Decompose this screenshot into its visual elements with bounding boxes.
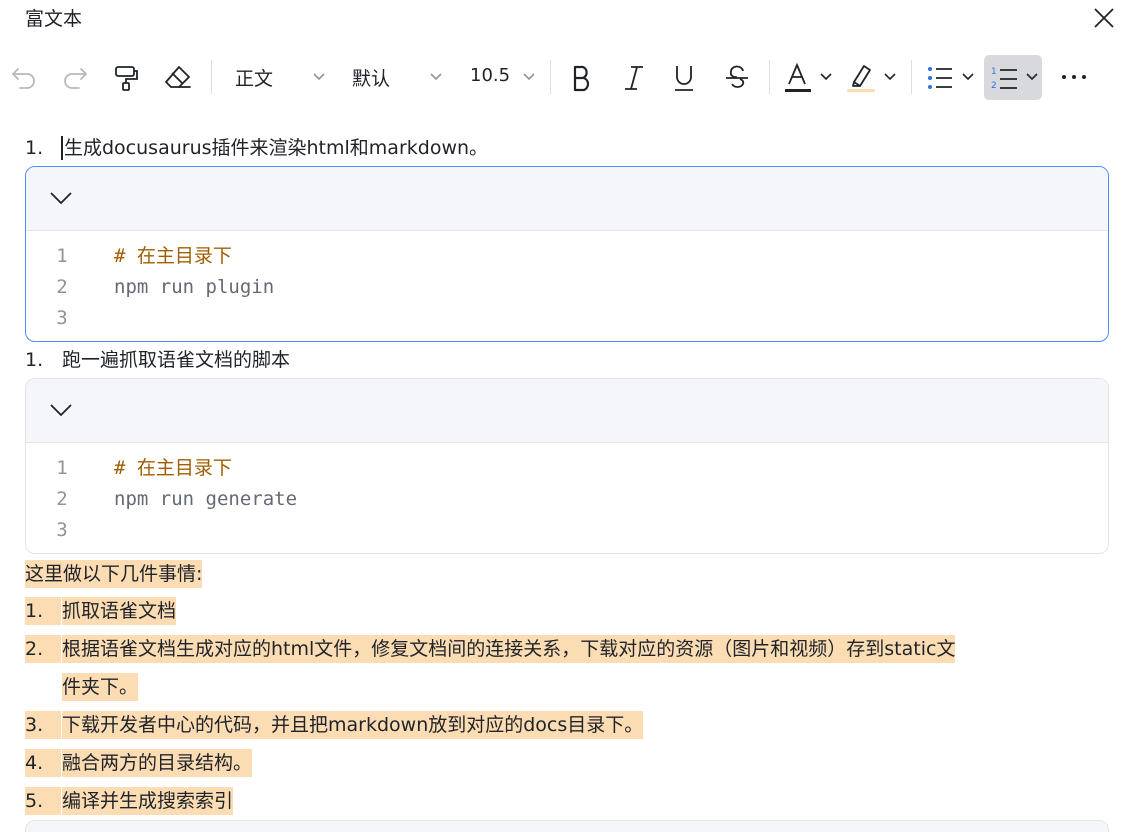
highlighter-icon (847, 65, 875, 92)
list-item-text[interactable]: 下载开发者中心的代码，并且把markdown放到对应的docs目录下。 (62, 711, 644, 739)
bold-icon[interactable] (570, 64, 594, 92)
line-number: 2 (56, 488, 68, 510)
font-color-icon (785, 62, 811, 92)
close-icon[interactable] (1092, 6, 1116, 30)
redo-icon[interactable] (61, 64, 89, 90)
code-block[interactable]: 1 # 在主目录下 2 npm run generate 3 (25, 378, 1109, 554)
chevron-down-icon (430, 73, 442, 81)
paragraph-style-value: 正文 (235, 68, 274, 90)
svg-text:2: 2 (991, 81, 997, 91)
italic-icon[interactable] (622, 64, 646, 92)
list-number: 5. (25, 787, 62, 815)
strikethrough-icon[interactable] (724, 64, 750, 92)
font-family-dropdown[interactable]: 默认 (350, 48, 450, 106)
list-item-text[interactable]: 编译并生成搜索索引 (62, 787, 234, 815)
code-block[interactable]: 1 # 在主目录下 2 npm run plugin 3 (25, 166, 1109, 342)
title-bar: 富文本 (0, 0, 1130, 48)
toolbar-divider (211, 60, 212, 94)
svg-text:1: 1 (991, 67, 997, 77)
list-item-text-continued[interactable]: 件夹下。 (62, 673, 139, 701)
toolbar-divider (911, 60, 912, 94)
line-number: 3 (56, 519, 68, 541)
line-number: 2 (56, 276, 68, 298)
code-block[interactable] (25, 820, 1109, 832)
chevron-down-icon[interactable] (50, 403, 72, 417)
bullet-list-button[interactable] (926, 60, 978, 98)
chevron-down-icon (962, 73, 974, 81)
code-line[interactable]: npm run plugin (114, 272, 274, 302)
list-number: 1. (25, 349, 44, 371)
list-number: 1. (25, 597, 62, 625)
line-number: 1 (56, 457, 68, 479)
list-number: 1. (25, 137, 44, 159)
chevron-down-icon (523, 73, 535, 81)
font-size-value: 10.5 (470, 65, 511, 86)
code-block-header (26, 379, 1108, 443)
eraser-icon[interactable] (163, 63, 193, 91)
toolbar-divider (550, 60, 551, 94)
chevron-down-icon (820, 73, 832, 81)
highlight-color-button[interactable] (846, 60, 900, 98)
list-number: 4. (25, 749, 62, 777)
list-number: 2. (25, 635, 62, 663)
line-number: 1 (56, 245, 68, 267)
ordered-list-icon: 1 2 (991, 67, 1017, 91)
intro-text[interactable]: 这里做以下几件事情: (25, 560, 203, 588)
toolbar-divider (769, 60, 770, 94)
ordered-list-button[interactable]: 1 2 (988, 60, 1040, 98)
list-item-text[interactable]: 生成docusaurus插件来渲染html和markdown。 (64, 134, 488, 162)
chevron-down-icon[interactable] (50, 191, 72, 205)
paragraph-style-dropdown[interactable]: 正文 (230, 48, 330, 106)
list-item-text[interactable]: 根据语雀文档生成对应的html文件，修复文档间的连接关系，下载对应的资源（图片和… (62, 635, 956, 663)
chevron-down-icon (884, 73, 896, 81)
undo-icon[interactable] (10, 64, 38, 90)
chevron-down-icon (1026, 73, 1038, 81)
chevron-down-icon (313, 73, 325, 81)
more-icon[interactable] (1060, 70, 1088, 84)
code-block-header (26, 167, 1108, 231)
font-family-value: 默认 (352, 68, 391, 90)
list-number: 3. (25, 711, 62, 739)
code-line[interactable]: # 在主目录下 (114, 241, 232, 271)
font-size-dropdown[interactable]: 10.5 (468, 48, 540, 106)
line-number: 3 (56, 307, 68, 329)
list-item-text[interactable]: 抓取语雀文档 (62, 597, 177, 625)
list-item-text[interactable]: 融合两方的目录结构。 (62, 749, 253, 777)
window-title: 富文本 (25, 8, 83, 30)
text-cursor (61, 136, 63, 160)
font-color-button[interactable] (784, 60, 836, 98)
list-item-text[interactable]: 跑一遍抓取语雀文档的脚本 (62, 346, 290, 374)
format-painter-icon[interactable] (112, 63, 140, 91)
code-line[interactable]: npm run generate (114, 484, 297, 514)
underline-icon[interactable] (672, 63, 696, 93)
code-line[interactable]: # 在主目录下 (114, 453, 232, 483)
bullet-list-icon (928, 67, 952, 89)
